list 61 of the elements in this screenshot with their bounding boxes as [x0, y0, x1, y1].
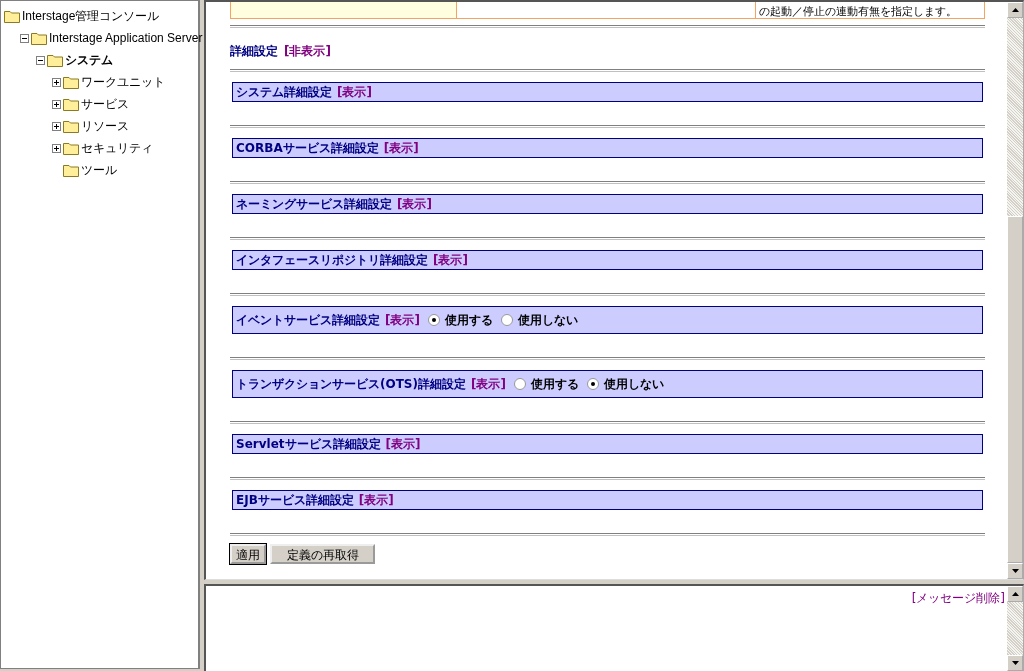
collapse-icon[interactable]: [36, 55, 45, 65]
tree-item[interactable]: ツール: [81, 161, 117, 179]
down-arrow-icon: [1011, 569, 1019, 573]
tree-item[interactable]: サービス: [81, 95, 129, 113]
down-arrow-icon: [1011, 661, 1019, 665]
folder-icon: [31, 31, 47, 45]
radio-label: 使用しない: [603, 375, 664, 393]
up-arrow-icon: [1011, 592, 1019, 596]
show-link[interactable]: [表示]: [397, 195, 432, 213]
section-title: インタフェースリポジトリ詳細設定: [236, 251, 428, 269]
folder-icon: [63, 97, 79, 111]
radio-label: 使用する: [444, 311, 493, 329]
show-link[interactable]: [表示]: [383, 139, 419, 157]
tree-item[interactable]: Interstage Application Server: [49, 31, 203, 45]
section-title: Servletサービス詳細設定: [236, 435, 381, 453]
scroll-down-button[interactable]: [1007, 563, 1023, 579]
folder-icon: [63, 163, 79, 177]
folder-icon: [63, 75, 79, 89]
radio-button[interactable]: [427, 314, 440, 326]
expand-icon[interactable]: [52, 99, 61, 109]
scroll-down-button[interactable]: [1007, 655, 1023, 671]
folder-icon: [63, 119, 79, 133]
show-link[interactable]: [表示]: [471, 375, 506, 393]
section-title: CORBAサービス詳細設定: [236, 139, 379, 157]
section-title: EJBサービス詳細設定: [236, 491, 354, 509]
section-title: システム詳細設定: [236, 83, 332, 101]
tree-item[interactable]: システム: [65, 51, 113, 69]
tree-item[interactable]: セキュリティ: [81, 139, 153, 157]
radio-button[interactable]: [513, 378, 526, 390]
up-arrow-icon: [1011, 8, 1019, 12]
tree-item[interactable]: ワークユニット: [81, 73, 165, 91]
folder-icon: [63, 141, 79, 155]
table-cell-text: の起動／停止の連動有無を指定します。: [758, 6, 958, 18]
scroll-up-button[interactable]: [1007, 2, 1023, 18]
expand-icon[interactable]: [52, 143, 61, 153]
tree-item[interactable]: Interstage管理コンソール: [22, 7, 160, 25]
radio-button[interactable]: [586, 378, 599, 390]
section-title: ネーミングサービス詳細設定: [236, 195, 392, 213]
show-link[interactable]: [表示]: [385, 435, 421, 453]
scrollbar-thumb[interactable]: [1007, 216, 1023, 563]
show-link[interactable]: [表示]: [358, 491, 394, 509]
show-link[interactable]: [表示]: [433, 251, 468, 269]
reload-button[interactable]: 定義の再取得: [270, 544, 375, 564]
section-title: トランザクションサービス(OTS)詳細設定: [236, 375, 466, 393]
radio-label: 使用する: [530, 375, 579, 393]
section-title: イベントサービス詳細設定: [236, 311, 380, 329]
radio-label: 使用しない: [517, 311, 578, 329]
folder-icon: [47, 53, 63, 67]
expand-icon[interactable]: [52, 121, 61, 131]
radio-button[interactable]: [500, 314, 513, 326]
expand-icon[interactable]: [52, 77, 61, 87]
show-link[interactable]: [表示]: [385, 311, 420, 329]
section-heading: 詳細設定: [230, 43, 278, 60]
clear-messages-link[interactable]: [メッセージ削除]: [911, 590, 1005, 607]
scroll-up-button[interactable]: [1007, 586, 1023, 602]
hide-link[interactable]: [非表示]: [284, 43, 331, 60]
tree-item[interactable]: リソース: [81, 117, 129, 135]
show-link[interactable]: [表示]: [337, 83, 372, 101]
folder-icon: [4, 9, 20, 23]
apply-button[interactable]: 適用: [230, 544, 266, 564]
collapse-icon[interactable]: [20, 33, 29, 43]
